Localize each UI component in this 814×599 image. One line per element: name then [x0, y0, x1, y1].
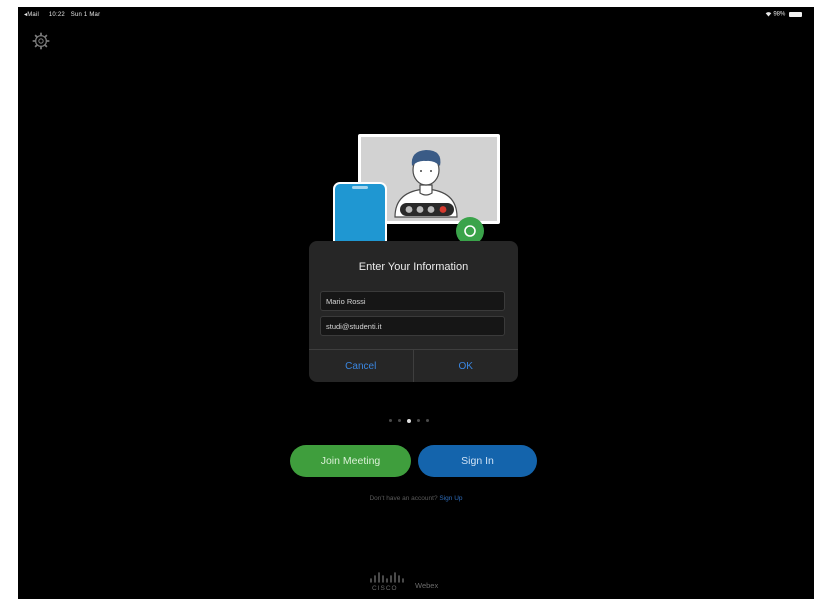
page-dot[interactable]: [426, 419, 429, 422]
status-date: Sun 1 Mar: [70, 12, 101, 18]
page-indicator[interactable]: [386, 417, 446, 425]
wifi-icon: [765, 12, 771, 17]
dialog-buttons: Cancel OK: [309, 349, 518, 382]
status-time: 10:22: [48, 12, 65, 18]
page-dot[interactable]: [417, 419, 420, 422]
sign-in-button[interactable]: Sign In: [418, 445, 537, 477]
signup-prompt: Don't have an account? Sign Up: [18, 495, 814, 502]
app-screen: ◂Mail 10:22 Sun 1 Mar 98% Enter Your Inf…: [18, 7, 814, 599]
cancel-button[interactable]: Cancel: [309, 350, 414, 382]
battery-icon: [789, 11, 802, 17]
ok-button[interactable]: OK: [414, 350, 519, 382]
join-meeting-button[interactable]: Join Meeting: [290, 445, 411, 477]
cisco-logo-icon: [370, 572, 404, 583]
gear-icon[interactable]: [32, 32, 50, 50]
webex-wordmark: Webex: [415, 581, 439, 590]
left-margin: [0, 0, 18, 599]
page-dot-active[interactable]: [407, 418, 411, 423]
page-dot[interactable]: [389, 419, 392, 422]
sign-up-link[interactable]: Sign Up: [439, 495, 462, 502]
name-field[interactable]: Mario Rossi: [320, 291, 505, 311]
enter-info-dialog: Enter Your Information Mario Rossi studi…: [309, 241, 518, 382]
status-right: 98%: [765, 11, 802, 18]
page-dot[interactable]: [398, 419, 401, 422]
status-bar: ◂Mail 10:22 Sun 1 Mar 98%: [18, 7, 814, 21]
dialog-title: Enter Your Information: [358, 261, 469, 273]
status-left: ◂Mail 10:22 Sun 1 Mar: [24, 11, 100, 18]
battery-percent: 98%: [773, 11, 786, 18]
signup-prompt-text: Don't have an account?: [369, 495, 438, 502]
cisco-wordmark: CISCO: [372, 585, 398, 592]
email-field[interactable]: studi@studenti.it: [320, 316, 505, 336]
back-to-mail[interactable]: ◂Mail: [24, 12, 39, 18]
call-controls-graphic: [400, 203, 454, 216]
